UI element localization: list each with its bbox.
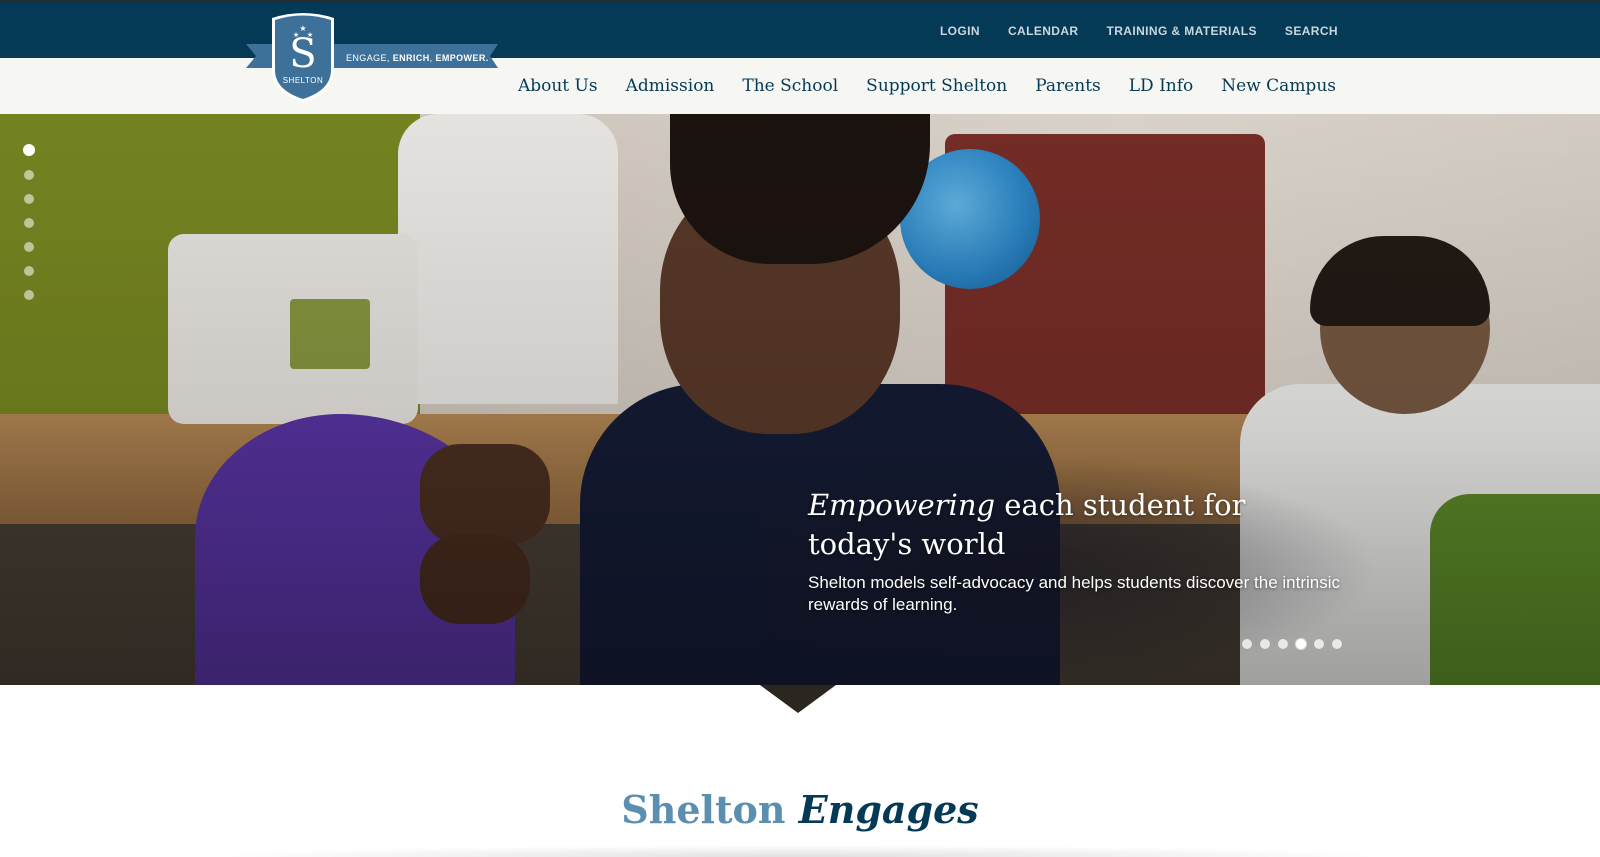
utility-bar: LOGIN CALENDAR TRAINING & MATERIALS SEAR… <box>0 0 1600 58</box>
training-materials-link[interactable]: TRAINING & MATERIALS <box>1106 24 1256 38</box>
horizontal-slide-dot[interactable] <box>1260 639 1270 649</box>
logo-name: SHELTON <box>282 76 324 85</box>
hero-headline: Empowering each student for today's worl… <box>808 488 1246 561</box>
main-nav: About Us Admission The School Support Sh… <box>518 76 1336 96</box>
section-shadow <box>200 845 1400 857</box>
hero-subtext: Shelton models self-advocacy and helps s… <box>808 573 1341 614</box>
horizontal-slide-dots <box>1242 639 1342 649</box>
vertical-slide-dot[interactable] <box>24 194 34 204</box>
vertical-slide-dot[interactable] <box>24 170 34 180</box>
calendar-link[interactable]: CALENDAR <box>1008 24 1079 38</box>
horizontal-slide-dot[interactable] <box>1242 639 1252 649</box>
vertical-slide-dot[interactable] <box>23 144 35 156</box>
nav-admission[interactable]: Admission <box>626 76 715 96</box>
horizontal-slide-dot[interactable] <box>1314 639 1324 649</box>
vertical-slide-dot[interactable] <box>24 290 34 300</box>
nav-parents[interactable]: Parents <box>1035 76 1101 96</box>
horizontal-slide-dot[interactable] <box>1278 639 1288 649</box>
vertical-slide-dot[interactable] <box>24 266 34 276</box>
vertical-slide-dot[interactable] <box>24 218 34 228</box>
vertical-slide-dot[interactable] <box>24 242 34 252</box>
nav-support-shelton[interactable]: Support Shelton <box>866 76 1007 96</box>
hero-carousel: Empowering each student for today's worl… <box>0 114 1600 685</box>
down-pointer-icon <box>760 685 836 713</box>
shelton-logo[interactable]: ★ ★ ★ S SHELTON ENGAGE, ENRICH, EMPOWER. <box>246 10 506 105</box>
vertical-slide-dots <box>23 144 35 300</box>
nav-the-school[interactable]: The School <box>742 76 838 96</box>
logo-letter: S <box>289 31 317 77</box>
section-title: Shelton Engages <box>621 787 979 832</box>
horizontal-slide-dot[interactable] <box>1296 639 1306 649</box>
nav-ld-info[interactable]: LD Info <box>1129 76 1194 96</box>
utility-nav: LOGIN CALENDAR TRAINING & MATERIALS SEAR… <box>940 24 1338 38</box>
horizontal-slide-dot[interactable] <box>1332 639 1342 649</box>
nav-new-campus[interactable]: New Campus <box>1221 76 1336 96</box>
search-link[interactable]: SEARCH <box>1285 24 1338 38</box>
nav-about-us[interactable]: About Us <box>518 76 598 96</box>
main-nav-bar: About Us Admission The School Support Sh… <box>0 58 1600 114</box>
logo-tagline: ENGAGE, ENRICH, EMPOWER. <box>346 53 489 63</box>
hero-caption: Empowering each student for today's worl… <box>808 486 1348 616</box>
login-link[interactable]: LOGIN <box>940 24 980 38</box>
